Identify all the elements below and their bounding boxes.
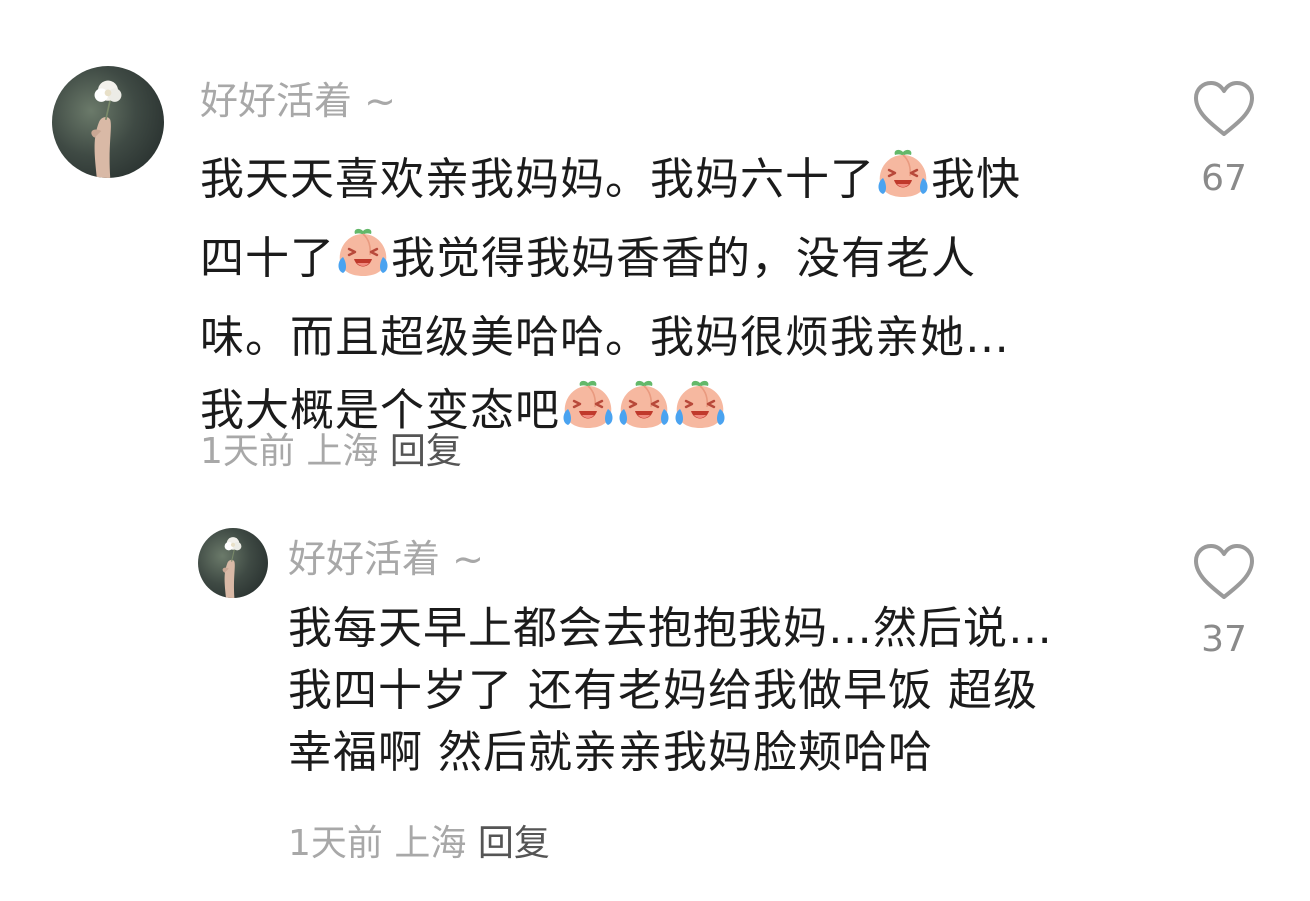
username[interactable]: 好好活着 ~ bbox=[288, 528, 484, 583]
comment-time: 1天前 bbox=[288, 823, 383, 864]
crying-laughing-emoji-icon bbox=[335, 227, 391, 301]
crying-laughing-emoji-icon bbox=[672, 379, 728, 453]
comment-text-segment: 四十了 bbox=[200, 233, 335, 284]
comment-time: 1天前 bbox=[200, 431, 295, 472]
avatar[interactable] bbox=[198, 528, 268, 598]
comment-text-line: 我四十岁了 还有老妈给我做早饭 超级 bbox=[288, 665, 1038, 716]
heart-icon[interactable] bbox=[1192, 543, 1256, 601]
comment-text-line: 味。而且超级美哈哈。我妈很烦我亲她… bbox=[200, 312, 1010, 363]
heart-icon[interactable] bbox=[1192, 80, 1256, 138]
avatar[interactable] bbox=[52, 66, 164, 178]
like-button[interactable]: 67 bbox=[1188, 80, 1260, 199]
crying-laughing-emoji-icon bbox=[875, 148, 931, 222]
comment-text: 我每天早上都会去抱抱我妈…然后说… 我四十岁了 还有老妈给我做早饭 超级 幸福啊… bbox=[288, 598, 1053, 784]
reply-button[interactable]: 回复 bbox=[478, 823, 550, 864]
comment-meta: 1天前 上海 回复 bbox=[200, 422, 462, 474]
like-button[interactable]: 37 bbox=[1188, 543, 1260, 660]
comment-location: 上海 bbox=[306, 431, 379, 472]
comment-text-line: 我每天早上都会去抱抱我妈…然后说… bbox=[288, 603, 1053, 654]
crying-laughing-emoji-icon bbox=[560, 379, 616, 453]
comment-text-line: 幸福啊 然后就亲亲我妈脸颊哈哈 bbox=[288, 727, 933, 778]
comment-text-segment: 我天天喜欢亲我妈妈。我妈六十了 bbox=[200, 154, 875, 205]
comment-location: 上海 bbox=[394, 823, 467, 864]
crying-laughing-emoji-icon bbox=[616, 379, 672, 453]
flower-hand-image bbox=[91, 80, 122, 178]
like-count: 37 bbox=[1201, 619, 1247, 660]
flower-hand-image bbox=[222, 537, 242, 598]
comment-text: 我天天喜欢亲我妈妈。我妈六十了 我快 四十了 我觉得我妈香香的，没有老人 味。而… bbox=[200, 143, 1021, 453]
like-count: 67 bbox=[1201, 158, 1247, 199]
comment-meta: 1天前 上海 回复 bbox=[288, 814, 550, 866]
comment-text-segment: 我觉得我妈香香的，没有老人 bbox=[391, 233, 976, 284]
comment-text-segment: 我快 bbox=[931, 154, 1021, 205]
username[interactable]: 好好活着 ~ bbox=[200, 70, 396, 125]
reply-button[interactable]: 回复 bbox=[390, 431, 462, 472]
